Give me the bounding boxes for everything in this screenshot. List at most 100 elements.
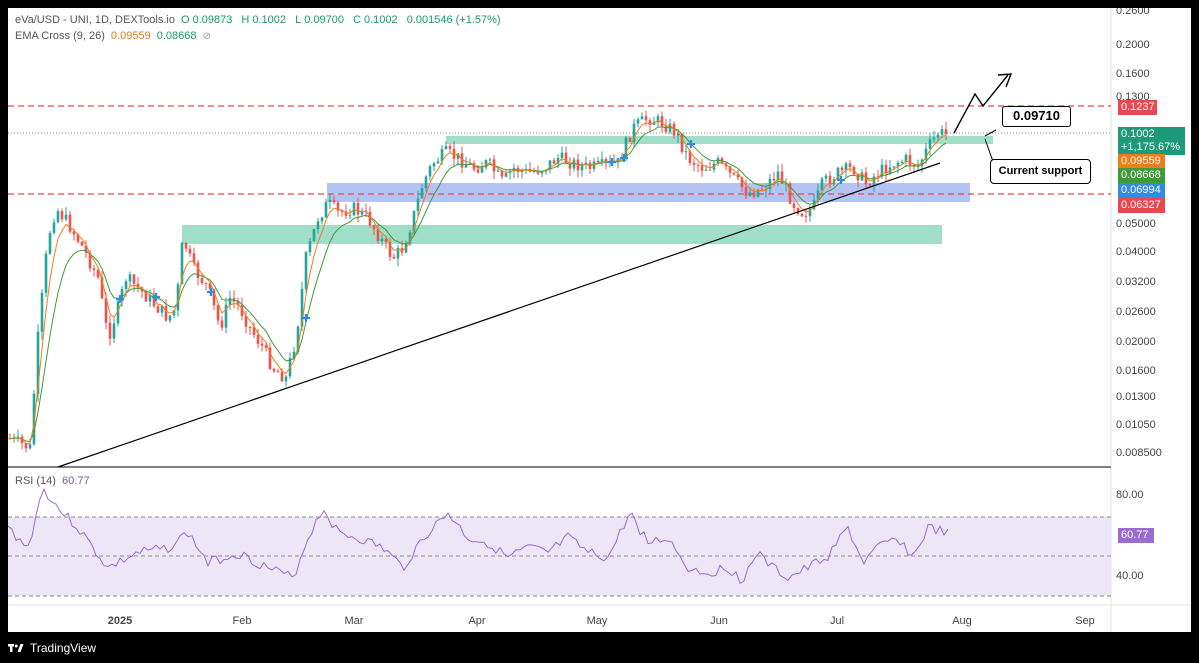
ema-slow-tag: 0.08668	[1118, 168, 1165, 183]
candle-body	[428, 166, 432, 177]
candle-body	[664, 126, 668, 132]
candle-body	[52, 222, 56, 233]
rsi-label[interactable]: RSI (14)	[15, 475, 56, 487]
candle-body	[380, 238, 384, 242]
candle-body	[648, 120, 652, 125]
price-axis-label: 0.01600	[1116, 365, 1156, 377]
candle-body	[600, 159, 604, 161]
candle-body	[108, 322, 112, 339]
candle-body	[944, 129, 948, 135]
change-value: 0.001546 (+1.57%)	[406, 14, 501, 26]
candle-body	[420, 188, 424, 199]
price-axis-label: 0.04000	[1116, 246, 1156, 258]
candle-body	[348, 215, 352, 217]
symbol-legend[interactable]: eVa/USD - UNI, 1D, DEXTools.io O 0.09873 …	[15, 14, 504, 26]
candle-body	[432, 163, 436, 167]
bottom-bar: TradingView	[0, 636, 1199, 663]
low-value: 0.09700	[304, 14, 344, 26]
candle-body	[596, 160, 600, 162]
candle-body	[488, 159, 492, 161]
resistance-price-tag: 0.1237	[1118, 100, 1157, 115]
candle-body	[660, 116, 664, 127]
candle-body	[260, 343, 264, 346]
price-axis-label: 0.1600	[1116, 68, 1150, 80]
candle-body	[444, 146, 448, 150]
time-axis-label: Aug	[952, 615, 972, 627]
last-price-tag: 0.1002 +1,175.67%	[1118, 127, 1185, 155]
candle-body	[188, 248, 192, 254]
hide-icon[interactable]: ⊘	[203, 31, 211, 42]
ema-fast-value: 0.09559	[110, 30, 151, 42]
candle-body	[204, 283, 208, 285]
price-axis-label: 0.05000	[1116, 218, 1156, 230]
candle-body	[936, 134, 940, 138]
candle-body	[704, 169, 708, 171]
time-axis-label: Sep	[1075, 615, 1095, 627]
candle-body	[496, 170, 500, 172]
candle-body	[324, 202, 328, 218]
candle-body	[640, 116, 644, 120]
current-support-callout[interactable]: Current support	[990, 159, 1091, 184]
candle-body	[44, 253, 48, 293]
candle-body	[48, 232, 52, 254]
candle-body	[828, 175, 832, 184]
candle-body	[228, 297, 232, 305]
candle-body	[560, 152, 564, 158]
candle-body	[60, 211, 64, 220]
candle-body	[308, 241, 312, 253]
candle-body	[316, 221, 320, 229]
price-axis-label: 0.02600	[1116, 306, 1156, 318]
candle-body	[280, 372, 284, 382]
price-axis-label: 0.01050	[1116, 419, 1156, 431]
candle-body	[476, 169, 480, 173]
candle-body	[312, 228, 316, 242]
symbol-title[interactable]: eVa/USD - UNI, 1D, DEXTools.io	[15, 14, 175, 26]
candle-body	[856, 174, 860, 181]
candle-body	[264, 345, 268, 348]
candle-body	[200, 278, 204, 284]
rsi-value-tag: 60.77	[1118, 528, 1154, 543]
candle-body	[940, 129, 944, 135]
candle-body	[700, 165, 704, 171]
price-chart-canvas[interactable]	[8, 8, 1191, 632]
candle-body	[840, 167, 844, 171]
candle-body	[868, 184, 872, 186]
time-axis-label: Jun	[710, 615, 728, 627]
open-value: 0.09873	[192, 14, 233, 26]
projection-arrow	[953, 74, 1009, 134]
candle-body	[220, 320, 224, 328]
candle-body	[112, 323, 116, 339]
candle-body	[800, 213, 804, 217]
price-axis-label: 0.2000	[1116, 39, 1150, 51]
candle-body	[184, 242, 188, 249]
candle-body	[416, 198, 420, 211]
target-price-callout[interactable]: 0.09710	[1002, 106, 1071, 127]
candle-body	[448, 146, 452, 149]
high-value: 0.1002	[252, 14, 287, 26]
tradingview-icon	[8, 644, 24, 652]
ema-slow-line	[9, 126, 947, 443]
candle-body	[92, 268, 96, 270]
candle-body	[56, 211, 60, 223]
candle-body	[256, 334, 260, 344]
price-axis-label: 0.008500	[1116, 447, 1162, 459]
candle-body	[744, 187, 748, 196]
candle-body	[72, 231, 76, 235]
ema-label[interactable]: EMA Cross (9, 26)	[15, 30, 105, 42]
candle-body	[552, 160, 556, 164]
candle-body	[504, 173, 508, 177]
candle-body	[824, 175, 828, 179]
price-axis-label: 0.2600	[1116, 8, 1150, 17]
resistance-zone	[446, 136, 993, 144]
tradingview-logo[interactable]: TradingView	[8, 641, 96, 655]
blue-zone-tag: 0.06994	[1118, 183, 1165, 198]
open-label: O	[181, 14, 190, 26]
close-label: C	[353, 14, 361, 26]
candle-body	[708, 169, 712, 171]
ema-legend[interactable]: EMA Cross (9, 26) 0.09559 0.08668 ⊘	[15, 30, 214, 42]
chart-window: eVa/USD - UNI, 1D, DEXTools.io O 0.09873 …	[0, 0, 1199, 663]
candle-body	[168, 315, 172, 321]
candle-body	[644, 116, 648, 121]
chart-area[interactable]: eVa/USD - UNI, 1D, DEXTools.io O 0.09873 …	[8, 8, 1191, 632]
rsi-legend[interactable]: RSI (14) 60.77	[15, 475, 93, 487]
